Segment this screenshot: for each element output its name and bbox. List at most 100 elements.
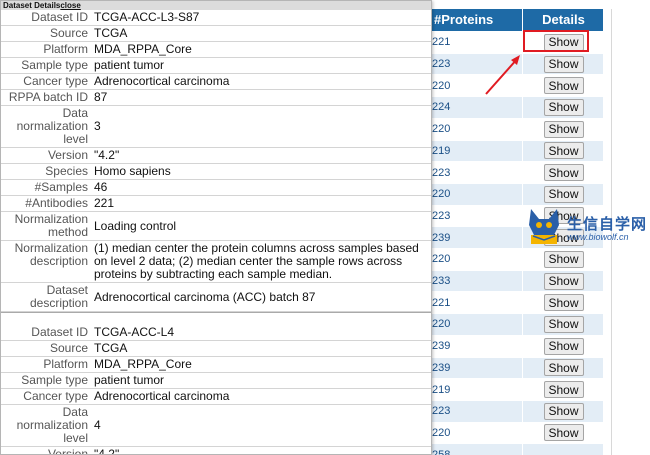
field-value: "4.2" <box>94 148 120 162</box>
header-details[interactable]: Details <box>524 9 603 31</box>
field-label: Cancer type <box>23 74 88 88</box>
proteins-cell: 220 <box>432 79 451 92</box>
show-details-button[interactable]: Show <box>543 185 584 203</box>
details-cell: Show <box>524 184 603 205</box>
field-row: Normalization method Loading control <box>1 212 431 241</box>
field-value: Adrenocortical carcinoma <box>94 389 230 403</box>
show-details-button[interactable]: Show <box>543 98 584 116</box>
field-label: Platform <box>43 42 88 56</box>
field-row: Cancer type Adrenocortical carcinoma <box>1 74 431 90</box>
show-details-button[interactable]: Show <box>543 381 584 399</box>
field-row: #Samples 46 <box>1 180 431 196</box>
field-label: Normalization method <box>14 212 88 239</box>
highlight-box <box>523 30 589 52</box>
show-details-button[interactable]: Show <box>543 142 584 160</box>
show-details-button[interactable]: Show <box>543 250 584 268</box>
field-row: Dataset ID TCGA-ACC-L3-S87 <box>1 10 431 26</box>
details-cell: Show <box>524 292 603 313</box>
details-cell: Show <box>524 314 603 335</box>
field-label: Data normalization level <box>16 106 88 146</box>
details-cell: Show <box>524 423 603 444</box>
field-row: #Antibodies 221 <box>1 196 431 212</box>
field-value: MDA_RPPA_Core <box>94 42 192 56</box>
field-value: MDA_RPPA_Core <box>94 357 192 371</box>
details-cell: Show <box>524 97 603 118</box>
wolf-logo-icon <box>529 209 559 244</box>
field-label: Data normalization level <box>16 405 88 445</box>
field-value: patient tumor <box>94 373 165 387</box>
details-cell <box>524 444 603 455</box>
field-row: Version "4.2" <box>1 447 431 455</box>
details-cell: Show <box>524 336 603 357</box>
field-label: Dataset description <box>29 283 88 310</box>
proteins-cell: 220 <box>432 253 451 266</box>
field-row: Data normalization level 4 <box>1 405 431 447</box>
show-details-button[interactable]: Show <box>543 337 584 355</box>
field-row: Sample type patient tumor <box>1 373 431 389</box>
details-cell: Show <box>524 162 603 183</box>
field-value: TCGA-ACC-L4 <box>94 325 175 339</box>
proteins-cell: 220 <box>432 123 451 136</box>
field-value: 46 <box>94 180 108 194</box>
details-cell: Show <box>524 54 603 75</box>
field-label: Sample type <box>21 373 88 387</box>
field-row: Platform MDA_RPPA_Core <box>1 42 431 58</box>
proteins-cell: 239 <box>432 361 451 374</box>
logo-text: 生信自学网 <box>567 216 648 233</box>
field-value: 4 <box>94 418 101 432</box>
field-value: Loading control <box>94 218 177 233</box>
show-details-button[interactable]: Show <box>543 164 584 182</box>
proteins-cell: 223 <box>432 405 451 418</box>
popup-titlebar: Dataset Details close <box>1 1 431 10</box>
field-row: Source TCGA <box>1 341 431 357</box>
field-row: Normalization description (1) median cent… <box>1 241 431 283</box>
field-label: #Samples <box>34 180 88 194</box>
field-row: Source TCGA <box>1 26 431 42</box>
popup-body: Dataset ID TCGA-ACC-L3-S87 Source TCGA Platf… <box>1 10 431 455</box>
field-row: RPPA batch ID 87 <box>1 90 431 106</box>
field-label: #Antibodies <box>25 196 88 210</box>
show-details-button[interactable]: Show <box>543 120 584 138</box>
details-cell: Show <box>524 119 603 140</box>
proteins-cell: 220 <box>432 188 451 201</box>
proteins-cell: 224 <box>432 101 451 114</box>
show-details-button[interactable]: Show <box>543 272 584 290</box>
proteins-cell: 233 <box>432 275 451 288</box>
show-details-button[interactable]: Show <box>543 55 584 73</box>
proteins-cell: 258 <box>432 448 451 455</box>
show-details-button[interactable]: Show <box>543 315 584 333</box>
logo-url: www.biowolf.cn <box>567 232 629 242</box>
field-label: Source <box>49 26 88 40</box>
field-value: (1) median center the protein columns ac… <box>94 241 419 281</box>
header-proteins[interactable]: #Proteins <box>432 9 522 31</box>
field-label: Version <box>47 447 88 455</box>
field-label: Dataset ID <box>31 10 88 24</box>
show-details-button[interactable]: Show <box>543 77 584 95</box>
watermark-logo: 生信自学网 www.biowolf.cn <box>523 205 648 247</box>
show-details-button[interactable]: Show <box>543 294 584 312</box>
details-cell: Show <box>524 358 603 379</box>
field-value: TCGA <box>94 341 128 355</box>
field-label: Sample type <box>21 58 88 72</box>
field-value: 3 <box>94 119 101 133</box>
show-details-button[interactable]: Show <box>543 402 584 420</box>
proteins-cell: 223 <box>432 209 451 222</box>
field-row: Platform MDA_RPPA_Core <box>1 357 431 373</box>
proteins-cell: 220 <box>432 318 451 331</box>
show-details-button[interactable]: Show <box>543 359 584 377</box>
close-link[interactable]: close <box>60 1 80 10</box>
proteins-cell: 219 <box>432 383 451 396</box>
proteins-cell: 239 <box>432 340 451 353</box>
field-value: "4.2" <box>94 447 120 455</box>
details-cell: Show <box>524 249 603 270</box>
field-label: Version <box>47 148 88 162</box>
proteins-cell: 220 <box>432 426 451 439</box>
popup-title: Dataset Details <box>3 1 61 10</box>
field-row: Dataset ID TCGA-ACC-L4 <box>1 325 431 341</box>
proteins-cell: 221 <box>432 296 451 309</box>
field-value: TCGA-ACC-L3-S87 <box>94 10 200 24</box>
red-arrow-icon <box>485 55 520 95</box>
field-row: Cancer type Adrenocortical carcinoma <box>1 389 431 405</box>
show-details-button[interactable]: Show <box>543 424 584 442</box>
field-value: Adrenocortical carcinoma <box>94 74 230 88</box>
